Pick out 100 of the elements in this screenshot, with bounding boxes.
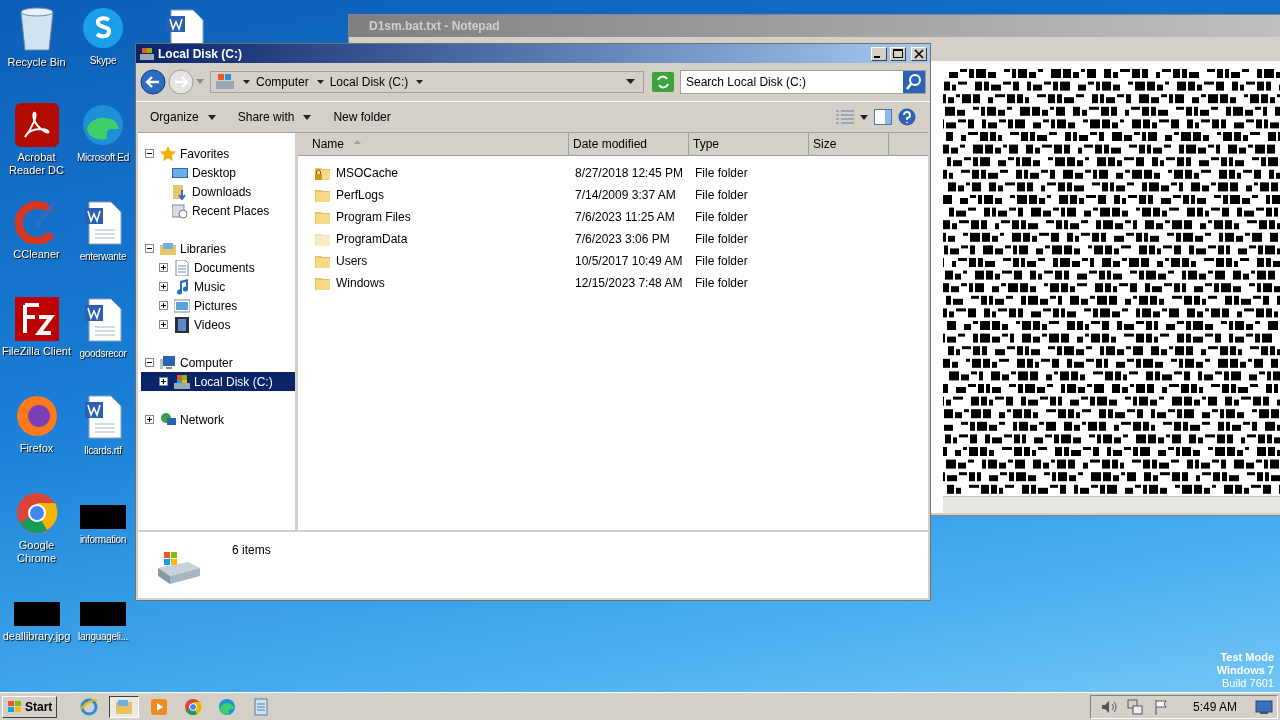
column-header[interactable]: Size <box>809 133 889 155</box>
start-button[interactable]: Start <box>2 695 58 718</box>
caret-icon[interactable] <box>243 79 250 85</box>
caret-icon[interactable] <box>416 79 424 85</box>
word-document-icon[interactable] <box>83 394 123 440</box>
file-name[interactable]: Users <box>336 254 368 268</box>
folder-icon <box>315 254 331 268</box>
tree-item[interactable]: Downloads <box>141 182 295 201</box>
refresh-button[interactable] <box>652 72 674 92</box>
tree-item[interactable]: Network <box>141 410 295 429</box>
skype-icon[interactable] <box>81 6 125 50</box>
back-button[interactable] <box>140 69 166 95</box>
desktop-icon-label[interactable]: Skype <box>89 54 117 67</box>
computer-icon <box>215 73 235 91</box>
column-header[interactable]: Type <box>689 133 809 155</box>
chrome-icon[interactable] <box>14 491 59 535</box>
desktop-icon-label[interactable]: Microsoft Ed <box>77 151 129 164</box>
drive-icon <box>139 46 155 61</box>
toolbar-button[interactable]: New folder <box>325 107 399 127</box>
downloads-icon <box>172 183 188 200</box>
preview-pane-icon[interactable] <box>874 109 892 125</box>
caret-icon[interactable] <box>626 79 635 85</box>
desktop-icon-label[interactable]: llcards.rtf <box>84 444 122 457</box>
expander-icon[interactable] <box>145 415 154 424</box>
close-button[interactable] <box>911 46 927 61</box>
toolbar-button[interactable]: Organize <box>142 107 224 127</box>
close-icon <box>914 48 924 59</box>
word-document-icon[interactable] <box>165 8 205 44</box>
desktop-icon-label[interactable]: enterwante <box>79 250 127 263</box>
horizontal-scrollbar[interactable] <box>943 496 1280 513</box>
windows-logo-icon <box>7 699 23 714</box>
filezilla-icon[interactable] <box>14 297 59 341</box>
expander-icon[interactable] <box>159 377 168 386</box>
library-icon <box>160 240 176 257</box>
breadcrumb-item[interactable]: Local Disk (C:) <box>329 75 409 89</box>
documents-icon <box>174 259 190 276</box>
maximize-button[interactable] <box>890 46 906 61</box>
date-cell: 7/6/2023 11:25 AM <box>575 210 675 224</box>
expander-icon[interactable] <box>145 244 154 253</box>
edge-icon[interactable] <box>81 103 125 147</box>
tree-item[interactable]: Local Disk (C:) <box>141 372 295 391</box>
date-cell: 8/27/2018 12:45 PM <box>575 166 684 180</box>
redacted-thumbnail[interactable] <box>80 602 126 626</box>
column-header[interactable]: Name <box>298 133 569 155</box>
tree-item[interactable]: Computer <box>141 353 295 372</box>
word-document-icon[interactable] <box>83 297 123 343</box>
tree-item[interactable]: Videos <box>141 315 295 334</box>
os-notice-text: Build 7601 <box>1222 677 1274 690</box>
column-header[interactable]: Date modified <box>569 133 689 155</box>
tree-item[interactable]: Desktop <box>141 163 295 182</box>
expander-icon[interactable] <box>159 263 168 272</box>
date-cell: 7/6/2023 3:06 PM <box>575 232 670 246</box>
play-icon <box>149 696 170 717</box>
item-count: 6 items <box>232 543 271 557</box>
type-cell: File folder <box>695 276 748 290</box>
minimize-button[interactable] <box>871 46 887 61</box>
tree-item[interactable]: Music <box>141 277 295 296</box>
expander-icon[interactable] <box>159 282 168 291</box>
tree-item[interactable]: Favorites <box>141 144 295 163</box>
expander-icon[interactable] <box>145 358 154 367</box>
word-document-icon[interactable] <box>83 200 123 246</box>
file-name[interactable]: Program Files <box>336 210 411 224</box>
desktop-icon-label[interactable]: Recycle Bin <box>7 56 66 69</box>
tree-item[interactable]: Libraries <box>141 239 295 258</box>
redacted-thumbnail[interactable] <box>80 505 126 529</box>
help-icon[interactable] <box>898 108 916 126</box>
desktop-icon-label[interactable]: goodsrecor <box>79 347 127 360</box>
tree-item[interactable]: Documents <box>141 258 295 277</box>
flag-icon[interactable] <box>1152 698 1169 715</box>
desktop-icon-label[interactable]: Firefox <box>19 442 54 455</box>
file-name[interactable]: MSOCache <box>336 166 399 180</box>
search-icon[interactable] <box>903 71 925 93</box>
firefox-icon[interactable] <box>14 394 59 438</box>
caret-icon[interactable] <box>316 79 324 85</box>
search-field[interactable]: Search Local Disk (C:) <box>680 70 926 94</box>
desktop-icon-label[interactable]: Acrobat Reader DC <box>0 151 73 177</box>
show-desktop-button[interactable] <box>1255 698 1273 715</box>
file-name[interactable]: Windows <box>336 276 385 290</box>
address-bar[interactable]: Computer Local Disk (C:) <box>210 71 644 93</box>
type-cell: File folder <box>695 188 748 202</box>
desktop-icon-label[interactable]: FileZilla Client <box>1 345 72 358</box>
file-name[interactable]: PerfLogs <box>336 188 385 202</box>
pictures-icon <box>174 297 190 314</box>
expander-icon[interactable] <box>159 301 168 310</box>
toolbar-button[interactable]: Share with <box>229 107 320 127</box>
tree-item[interactable]: Recent Places <box>141 201 295 220</box>
breadcrumb-item[interactable]: Computer <box>256 75 309 89</box>
clock[interactable]: 5:49 AM <box>1192 699 1237 714</box>
redacted-thumbnail[interactable] <box>13 602 60 626</box>
network-icon[interactable] <box>1126 698 1143 715</box>
acrobat-icon[interactable] <box>14 103 59 147</box>
folder-icon <box>315 276 331 290</box>
caret-icon[interactable] <box>860 114 868 120</box>
tree-item[interactable]: Pictures <box>141 296 295 315</box>
expander-icon[interactable] <box>145 149 154 158</box>
explorer-taskbar-button[interactable] <box>109 695 140 718</box>
file-name[interactable]: ProgramData <box>336 232 408 246</box>
expander-icon[interactable] <box>159 320 168 329</box>
desktop-icon-label[interactable]: CCleaner <box>13 248 60 261</box>
date-cell: 7/14/2009 3:37 AM <box>575 188 676 202</box>
